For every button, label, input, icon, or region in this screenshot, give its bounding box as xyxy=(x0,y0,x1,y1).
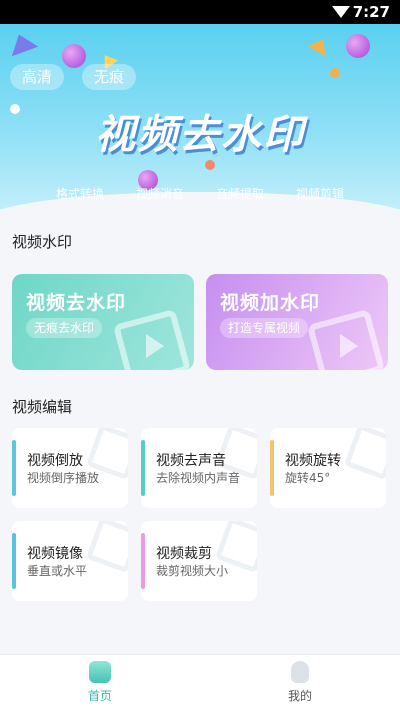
tile-title: 视频去声音 xyxy=(156,453,226,469)
bottom-tab-bar: 首页 我的 xyxy=(0,654,400,710)
user-icon xyxy=(291,661,309,683)
banner-tag-clip: 视频剪辑 xyxy=(295,187,344,201)
tile-accent-bar xyxy=(141,533,145,589)
tile-title: 视频镜像 xyxy=(27,546,83,562)
banner-pill-no-trace: 无痕 xyxy=(82,64,137,90)
rotate-icon xyxy=(343,428,386,481)
hero-banner[interactable]: 高清 无痕 视频去水印 格式转换 视频消音 音频提取 视频剪辑 xyxy=(0,24,400,220)
banner-tag-format: 格式转换 xyxy=(55,187,104,201)
decor-dot-icon xyxy=(330,68,340,78)
tile-subtitle: 视频倒序播放 xyxy=(27,471,100,485)
tile-title: 视频倒放 xyxy=(27,453,83,469)
tool-mirror[interactable]: 视频镜像 垂直或水平 xyxy=(12,521,128,601)
tool-rotate[interactable]: 视频旋转 旋转45° xyxy=(270,428,386,508)
section-title-edit: 视频编辑 xyxy=(12,398,73,416)
section-title-watermark: 视频水印 xyxy=(12,233,73,251)
add-watermark-card[interactable]: 视频加水印 打造专属视频 xyxy=(206,274,388,370)
tile-title: 视频旋转 xyxy=(285,453,341,469)
status-bar: 7:27 xyxy=(0,0,400,24)
card-title: 视频加水印 xyxy=(220,292,321,314)
banner-tag-mute: 视频消音 xyxy=(135,187,184,201)
tile-accent-bar xyxy=(141,440,145,496)
confetti-triangle-icon xyxy=(307,33,333,57)
card-title: 视频去水印 xyxy=(26,292,127,314)
tab-me[interactable]: 我的 xyxy=(270,661,330,704)
decor-ball-icon xyxy=(346,34,370,58)
mirror-icon xyxy=(85,521,128,574)
banner-tag-audio: 音频提取 xyxy=(215,187,264,201)
card-subtitle: 打造专属视频 xyxy=(220,318,309,338)
play-icon xyxy=(146,334,164,358)
tile-title: 视频裁剪 xyxy=(156,546,212,562)
tool-reverse[interactable]: 视频倒放 视频倒序播放 xyxy=(12,428,128,508)
card-subtitle: 无痕去水印 xyxy=(26,318,103,338)
tile-accent-bar xyxy=(270,440,274,496)
play-icon xyxy=(340,334,358,358)
decor-ball-icon xyxy=(62,44,86,68)
tile-subtitle: 垂直或水平 xyxy=(27,564,88,578)
banner-title: 视频去水印 xyxy=(95,112,305,158)
tab-home[interactable]: 首页 xyxy=(70,661,130,704)
banner-pill-hd: 高清 xyxy=(10,64,65,90)
home-icon xyxy=(89,661,111,683)
banner-tags: 格式转换 视频消音 音频提取 视频剪辑 xyxy=(0,185,400,202)
tile-subtitle: 去除视频内声音 xyxy=(156,471,241,485)
decor-dot-icon xyxy=(205,160,215,170)
confetti-triangle-icon xyxy=(5,29,39,57)
tile-accent-bar xyxy=(12,440,16,496)
tool-crop[interactable]: 视频裁剪 裁剪视频大小 xyxy=(141,521,257,601)
tab-me-label: 我的 xyxy=(287,689,312,703)
wifi-icon xyxy=(332,6,350,18)
tool-remove-audio[interactable]: 视频去声音 去除视频内声音 xyxy=(141,428,257,508)
status-time: 7:27 xyxy=(352,3,390,21)
tile-accent-bar xyxy=(12,533,16,589)
tile-subtitle: 旋转45° xyxy=(285,471,331,485)
tile-subtitle: 裁剪视频大小 xyxy=(156,564,229,578)
remove-watermark-card[interactable]: 视频去水印 无痕去水印 xyxy=(12,274,194,370)
tab-home-label: 首页 xyxy=(87,689,112,703)
